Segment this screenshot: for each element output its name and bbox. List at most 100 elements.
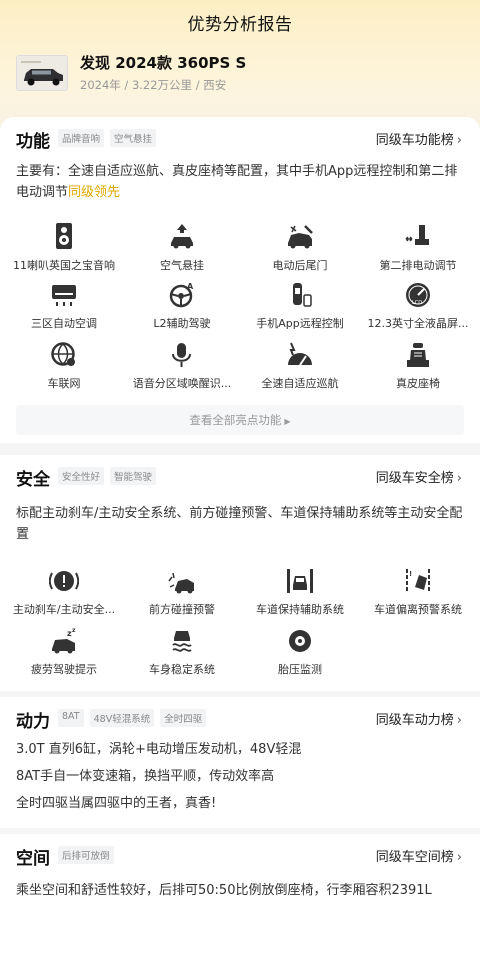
feature-item[interactable]: 真皮座椅 <box>358 341 478 401</box>
section-title: 动力 <box>16 712 50 732</box>
svg-text:A: A <box>187 282 194 291</box>
safety-rank-link[interactable]: 同级车安全榜 › <box>376 467 462 486</box>
svg-text:z: z <box>72 627 76 634</box>
section-title: 空间 <box>16 849 50 869</box>
power-section: 动力 8AT 48V轻混系统 全时四驱 同级车动力榜 › 3.0T 直列6缸，涡轮… <box>0 697 480 828</box>
tag: 智能驾驶 <box>110 467 157 485</box>
rank-link-label: 同级车安全榜 <box>375 471 454 486</box>
tag: 8AT <box>58 709 84 727</box>
see-all-label: 查看全部亮点功能 <box>189 413 282 427</box>
feature-item[interactable]: LCD 12.3英寸全液晶屏... <box>358 281 478 341</box>
feature-item[interactable]: 车联网 <box>4 341 124 401</box>
feature-label: 车道偏离预警系统 <box>374 603 462 616</box>
feature-label: 疲劳驾驶提示 <box>31 663 97 676</box>
tag: 全时四驱 <box>160 709 207 727</box>
feature-label: 语音分区域唤醒识... <box>132 377 232 390</box>
section-tags: 品牌音响 空气悬挂 <box>58 129 157 147</box>
page-title: 优势分析报告 <box>187 15 293 35</box>
feature-label: 手机App远程控制 <box>256 317 344 330</box>
space-description: 乘坐空间和舒适性较好，后排可50:50比例放倒座椅，行李厢容积2391L <box>16 883 432 898</box>
feature-item[interactable]: 胎压监测 <box>240 627 360 687</box>
feature-item[interactable]: 前方碰撞预警 <box>122 567 242 627</box>
feature-label: 车联网 <box>47 377 81 390</box>
feature-label: 第二排电动调节 <box>379 259 457 272</box>
see-all-features-button[interactable]: 查看全部亮点功能 ▶ <box>16 405 464 435</box>
feature-item[interactable]: 车身稳定系统 <box>122 627 242 687</box>
feature-item[interactable]: 全速自适应巡航 <box>240 341 360 401</box>
power-tailgate-icon <box>288 225 313 249</box>
space-section: 空间 后排可放倒 同级车空间榜 › 乘坐空间和舒适性较好，后排可50:50比例放倒… <box>0 834 480 960</box>
power-line: 3.0T 直列6缸，涡轮+电动增压发动机，48V轻混 <box>16 742 302 757</box>
function-description: 主要有：全速自适应巡航、真皮座椅等配置，其中手机App远程控制和第二排电动调节同… <box>16 161 464 203</box>
power-rank-link[interactable]: 同级车动力榜 › <box>376 709 462 728</box>
triangle-right-icon: ▶ <box>284 417 291 426</box>
seat-adjust-icon <box>405 225 429 245</box>
car-thumbnail <box>16 55 68 91</box>
chevron-right-icon: › <box>456 133 462 148</box>
tag: 安全性好 <box>58 467 105 485</box>
safety-description: 标配主动刹车/主动安全系统、前方碰撞预警、车道保持辅助系统等主动安全配置 <box>16 506 463 542</box>
air-conditioner-icon <box>52 285 76 306</box>
globe-icon <box>51 342 75 366</box>
lcd-gauge-icon: LCD <box>406 283 430 307</box>
microphone-icon <box>172 343 191 367</box>
lane-departure-icon: ! <box>406 569 430 593</box>
chevron-right-icon: › <box>456 713 462 728</box>
brake-warning-icon <box>49 571 79 591</box>
leather-seat-icon <box>407 343 429 367</box>
feature-item[interactable]: 电动后尾门 <box>240 221 360 281</box>
feature-label: 胎压监测 <box>278 663 322 676</box>
tag: 后排可放倒 <box>58 846 114 864</box>
feature-item[interactable]: ! 车道偏离预警系统 <box>358 567 478 627</box>
function-rank-link[interactable]: 同级车功能榜 › <box>376 129 462 148</box>
highlight-text: 同级领先 <box>68 185 121 200</box>
feature-label: 12.3英寸全液晶屏... <box>367 317 469 330</box>
section-title: 安全 <box>16 470 50 490</box>
tag: 品牌音响 <box>58 129 105 147</box>
stability-icon <box>172 631 192 652</box>
collision-warning-icon <box>168 572 194 594</box>
tag: 48V轻混系统 <box>89 709 155 727</box>
speaker-icon <box>56 223 72 249</box>
power-line: 全时四驱当属四驱中的王者，真香! <box>16 796 217 811</box>
rank-link-label: 同级车动力榜 <box>375 713 454 728</box>
feature-label: 主动刹车/主动安全... <box>12 603 116 616</box>
tag: 空气悬挂 <box>110 129 157 147</box>
fatigue-icon: zz <box>52 627 76 654</box>
cruise-control-icon <box>288 342 312 366</box>
feature-item[interactable]: zz 疲劳驾驶提示 <box>4 627 124 687</box>
car-summary[interactable]: 发现 2024款 360PS S 2024年 / 3.22万公里 / 西安 <box>16 52 466 102</box>
feature-item[interactable]: 主动刹车/主动安全... <box>4 567 124 627</box>
rank-link-label: 同级车功能榜 <box>375 133 454 148</box>
tire-pressure-icon <box>289 630 311 652</box>
feature-label: 空气悬挂 <box>160 259 204 272</box>
lane-keep-icon <box>287 569 313 593</box>
air-suspension-icon <box>171 224 193 249</box>
svg-text:LCD: LCD <box>412 300 422 306</box>
safety-section: 安全 安全性好 智能驾驶 同级车安全榜 › 标配主动刹车/主动安全系统、前方碰撞预… <box>0 455 480 691</box>
feature-item[interactable]: 手机App远程控制 <box>240 281 360 341</box>
feature-label: 车身稳定系统 <box>149 663 215 676</box>
steering-wheel-icon: A <box>169 282 194 308</box>
feature-item[interactable]: 11喇叭英国之宝音响 <box>4 221 124 281</box>
function-section: 功能 品牌音响 空气悬挂 同级车功能榜 › 主要有：全速自适应巡航、真皮座椅等配置… <box>0 117 480 443</box>
feature-item[interactable]: 语音分区域唤醒识... <box>122 341 242 401</box>
feature-item[interactable]: 空气悬挂 <box>122 221 242 281</box>
feature-label: L2辅助驾驶 <box>153 317 211 330</box>
svg-text:!: ! <box>409 570 412 578</box>
chevron-right-icon: › <box>456 471 462 486</box>
section-tags: 8AT 48V轻混系统 全时四驱 <box>58 709 207 727</box>
feature-label: 车道保持辅助系统 <box>256 603 344 616</box>
car-meta: 2024年 / 3.22万公里 / 西安 <box>80 78 227 92</box>
feature-label: 全速自适应巡航 <box>261 377 339 390</box>
feature-item[interactable]: 第二排电动调节 <box>358 221 478 281</box>
phone-remote-icon <box>293 283 312 307</box>
feature-item[interactable]: 三区自动空调 <box>4 281 124 341</box>
feature-item[interactable]: 车道保持辅助系统 <box>240 567 360 627</box>
space-rank-link[interactable]: 同级车空间榜 › <box>376 846 462 865</box>
section-title: 功能 <box>16 132 50 152</box>
feature-item[interactable]: A L2辅助驾驶 <box>122 281 242 341</box>
section-tags: 后排可放倒 <box>58 846 114 864</box>
feature-label: 前方碰撞预警 <box>149 603 215 616</box>
feature-label: 11喇叭英国之宝音响 <box>13 259 115 272</box>
